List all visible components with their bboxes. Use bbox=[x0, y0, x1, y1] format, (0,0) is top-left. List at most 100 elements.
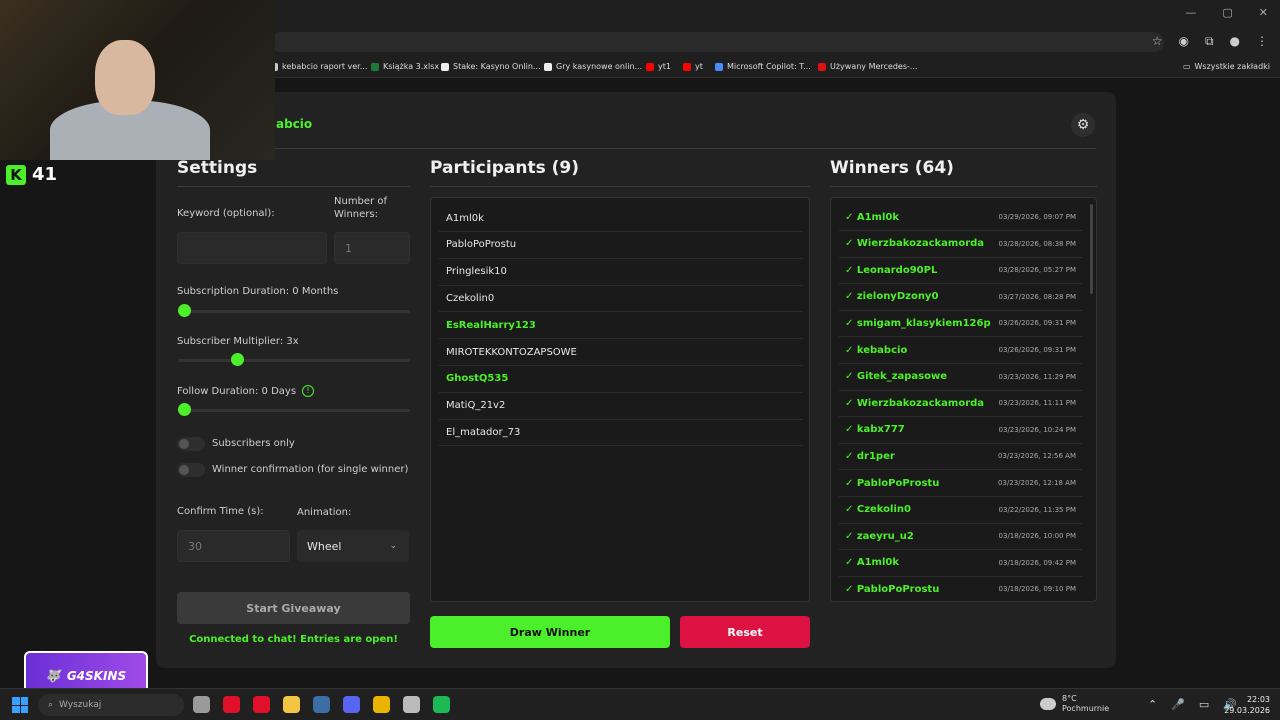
winner-date: 03/23/2026, 12:56 AM bbox=[997, 452, 1076, 461]
taskbar-app-icon[interactable] bbox=[253, 696, 270, 713]
winner-date: 03/26/2026, 09:31 PM bbox=[998, 319, 1076, 328]
winner-name: ✓ PabloPoProstu bbox=[845, 583, 940, 595]
bookmark-favicon-icon bbox=[441, 62, 449, 71]
bookmark-item[interactable]: Książka 3.xlsx bbox=[371, 62, 439, 71]
divider bbox=[177, 186, 410, 187]
winner-row: ✓ dr1per 03/23/2026, 12:56 AM bbox=[839, 443, 1082, 471]
bookmark-item[interactable]: Microsoft Copilot: T... bbox=[715, 62, 811, 71]
clock[interactable]: 22:03 29.03.2026 bbox=[1224, 694, 1270, 716]
winner-row: ✓ zielonyDzony0 03/27/2026, 08:28 PM bbox=[839, 284, 1082, 311]
participant-row: EsRealHarry123 bbox=[439, 312, 803, 340]
subscribers-only-toggle[interactable] bbox=[177, 437, 205, 451]
taskbar-app-icon[interactable] bbox=[313, 696, 330, 713]
winner-confirmation-toggle[interactable] bbox=[177, 463, 205, 477]
chevron-up-icon[interactable]: ⌃ bbox=[1148, 698, 1157, 711]
bookmark-item[interactable]: yt bbox=[683, 62, 703, 71]
subscriber-multiplier-slider[interactable] bbox=[178, 353, 410, 366]
taskbar-app-icon[interactable] bbox=[283, 696, 300, 713]
participants-list: A1ml0k PabloPoProstu Pringlesik10 Czekolin0… bbox=[430, 197, 810, 602]
winner-row: ✓ A1ml0k 03/18/2026, 09:42 PM bbox=[839, 550, 1082, 577]
microphone-icon[interactable]: 🎤 bbox=[1171, 698, 1185, 711]
confirm-time-label: Confirm Time (s): bbox=[177, 506, 264, 517]
winner-row: ✓ Wierzbakozackamorda 03/28/2026, 08:38 P… bbox=[839, 231, 1082, 258]
profile-icon[interactable]: ● bbox=[1230, 34, 1240, 49]
taskbar-app-icon[interactable] bbox=[193, 696, 210, 713]
bookmark-favicon-icon bbox=[715, 62, 723, 71]
close-button[interactable]: ✕ bbox=[1259, 6, 1268, 19]
puzzle-icon[interactable]: ⧉ bbox=[1205, 34, 1214, 49]
winner-name: ✓ dr1per bbox=[845, 450, 895, 462]
animation-select[interactable]: Wheel ⌄ bbox=[297, 530, 409, 562]
bookmark-item[interactable]: Stake: Kasyno Onlin... bbox=[441, 62, 541, 71]
star-icon[interactable]: ☆ bbox=[1152, 34, 1163, 49]
slider-knob[interactable] bbox=[178, 304, 191, 317]
confirm-time-input[interactable]: 30 bbox=[177, 530, 290, 562]
subscriber-multiplier-label: Subscriber Multiplier: 3x bbox=[177, 336, 299, 347]
window-controls: — ▢ ✕ bbox=[1185, 6, 1268, 19]
slider-knob[interactable] bbox=[230, 353, 244, 366]
bookmark-item[interactable]: kebabcio raport ver... bbox=[270, 62, 367, 71]
kick-viewer-counter: K 41 bbox=[6, 164, 57, 185]
browser-toolbar-icons: ☆ ◉ ⧉ ● ⋮ bbox=[1152, 34, 1268, 49]
minimize-button[interactable]: — bbox=[1185, 6, 1196, 19]
winner-date: 03/29/2026, 09:07 PM bbox=[998, 213, 1076, 221]
settings-title: Settings bbox=[177, 158, 258, 178]
bookmark-favicon-icon bbox=[683, 62, 691, 71]
person-face bbox=[95, 40, 155, 115]
bookmark-favicon-icon bbox=[646, 62, 654, 71]
info-icon[interactable]: ! bbox=[302, 385, 315, 397]
winner-row: ✓ zaeyru_u2 03/18/2026, 10:00 PM bbox=[839, 523, 1082, 551]
winner-row: ✓ smigam_klasykiem126p 03/26/2026, 09:31 … bbox=[839, 310, 1082, 338]
subscription-duration-label: Subscription Duration: 0 Months bbox=[177, 286, 339, 297]
winner-date: 03/26/2026, 09:31 PM bbox=[998, 346, 1076, 354]
participant-row: GhostQ535 bbox=[439, 366, 803, 393]
gear-icon[interactable]: ⚙ bbox=[1071, 113, 1095, 137]
subscription-duration-slider[interactable] bbox=[178, 304, 410, 317]
extension-icon[interactable]: ◉ bbox=[1178, 34, 1188, 49]
weather-widget[interactable]: 8°C Pochmurnie bbox=[1040, 694, 1109, 714]
slider-knob[interactable] bbox=[178, 403, 191, 416]
winner-date: 03/23/2026, 10:24 PM bbox=[998, 425, 1076, 434]
webcam-overlay bbox=[0, 0, 275, 160]
winner-name: ✓ Czekolin0 bbox=[845, 504, 911, 516]
connection-status: Connected to chat! Entries are open! bbox=[189, 634, 398, 645]
winners-list: ✓ A1ml0k 03/29/2026, 09:07 PM ✓ Wierzbakoz… bbox=[830, 197, 1097, 602]
winners-title: Winners (64) bbox=[830, 158, 954, 178]
taskbar-app-icon[interactable] bbox=[403, 696, 420, 713]
winner-row: ✓ PabloPoProstu 03/18/2026, 09:10 PM bbox=[839, 576, 1082, 601]
winner-date: 03/18/2026, 09:42 PM bbox=[998, 558, 1076, 567]
taskbar-app-icon[interactable] bbox=[343, 696, 360, 713]
participants-title: Participants (9) bbox=[430, 158, 579, 178]
winner-name: ✓ zielonyDzony0 bbox=[845, 291, 939, 303]
follow-duration-slider[interactable] bbox=[178, 403, 410, 416]
bookmark-item[interactable]: Gry kasynowe onlin... bbox=[544, 62, 642, 71]
url-input[interactable] bbox=[270, 32, 1164, 52]
winner-date: 03/23/2026, 12:18 AM bbox=[997, 479, 1076, 487]
taskbar-app-icon[interactable] bbox=[373, 696, 390, 713]
draw-winner-button[interactable]: Draw Winner bbox=[430, 616, 670, 648]
winner-name: ✓ kebabcio bbox=[845, 344, 908, 356]
network-icon[interactable]: ▭ bbox=[1199, 698, 1209, 711]
scrollbar[interactable] bbox=[1090, 204, 1093, 294]
winner-row: ✓ kabx777 03/23/2026, 10:24 PM bbox=[839, 417, 1082, 444]
participant-row: A1ml0k bbox=[439, 205, 803, 232]
taskbar-app-icon[interactable] bbox=[223, 696, 240, 713]
bookmark-item[interactable]: yt1 bbox=[646, 62, 671, 71]
menu-icon[interactable]: ⋮ bbox=[1256, 34, 1268, 49]
taskbar-search[interactable]: ⌕ Wyszukaj bbox=[38, 694, 184, 716]
all-bookmarks-button[interactable]: ▭ Wszystkie zakładki bbox=[1183, 62, 1270, 71]
winners-count-input[interactable]: 1 bbox=[334, 232, 410, 264]
taskbar: ⌕ Wyszukaj 8°C Pochmurnie ⌃ 🎤 ▭ 🔊 22:03 2… bbox=[0, 688, 1280, 720]
winner-date: 03/28/2026, 05:27 PM bbox=[998, 266, 1076, 275]
maximize-button[interactable]: ▢ bbox=[1222, 6, 1232, 19]
subscribers-only-label: Subscribers only bbox=[212, 438, 295, 449]
start-giveaway-button[interactable]: Start Giveaway bbox=[177, 592, 410, 624]
weather-temp: 8°C bbox=[1062, 694, 1077, 703]
windows-start-icon[interactable] bbox=[12, 697, 28, 713]
bookmark-favicon-icon bbox=[818, 62, 826, 71]
winner-name: ✓ smigam_klasykiem126p bbox=[845, 317, 991, 329]
reset-button[interactable]: Reset bbox=[680, 616, 810, 648]
bookmark-item[interactable]: Używany Mercedes-... bbox=[818, 62, 918, 71]
keyword-input[interactable] bbox=[177, 232, 327, 264]
taskbar-app-icon[interactable] bbox=[433, 696, 450, 713]
